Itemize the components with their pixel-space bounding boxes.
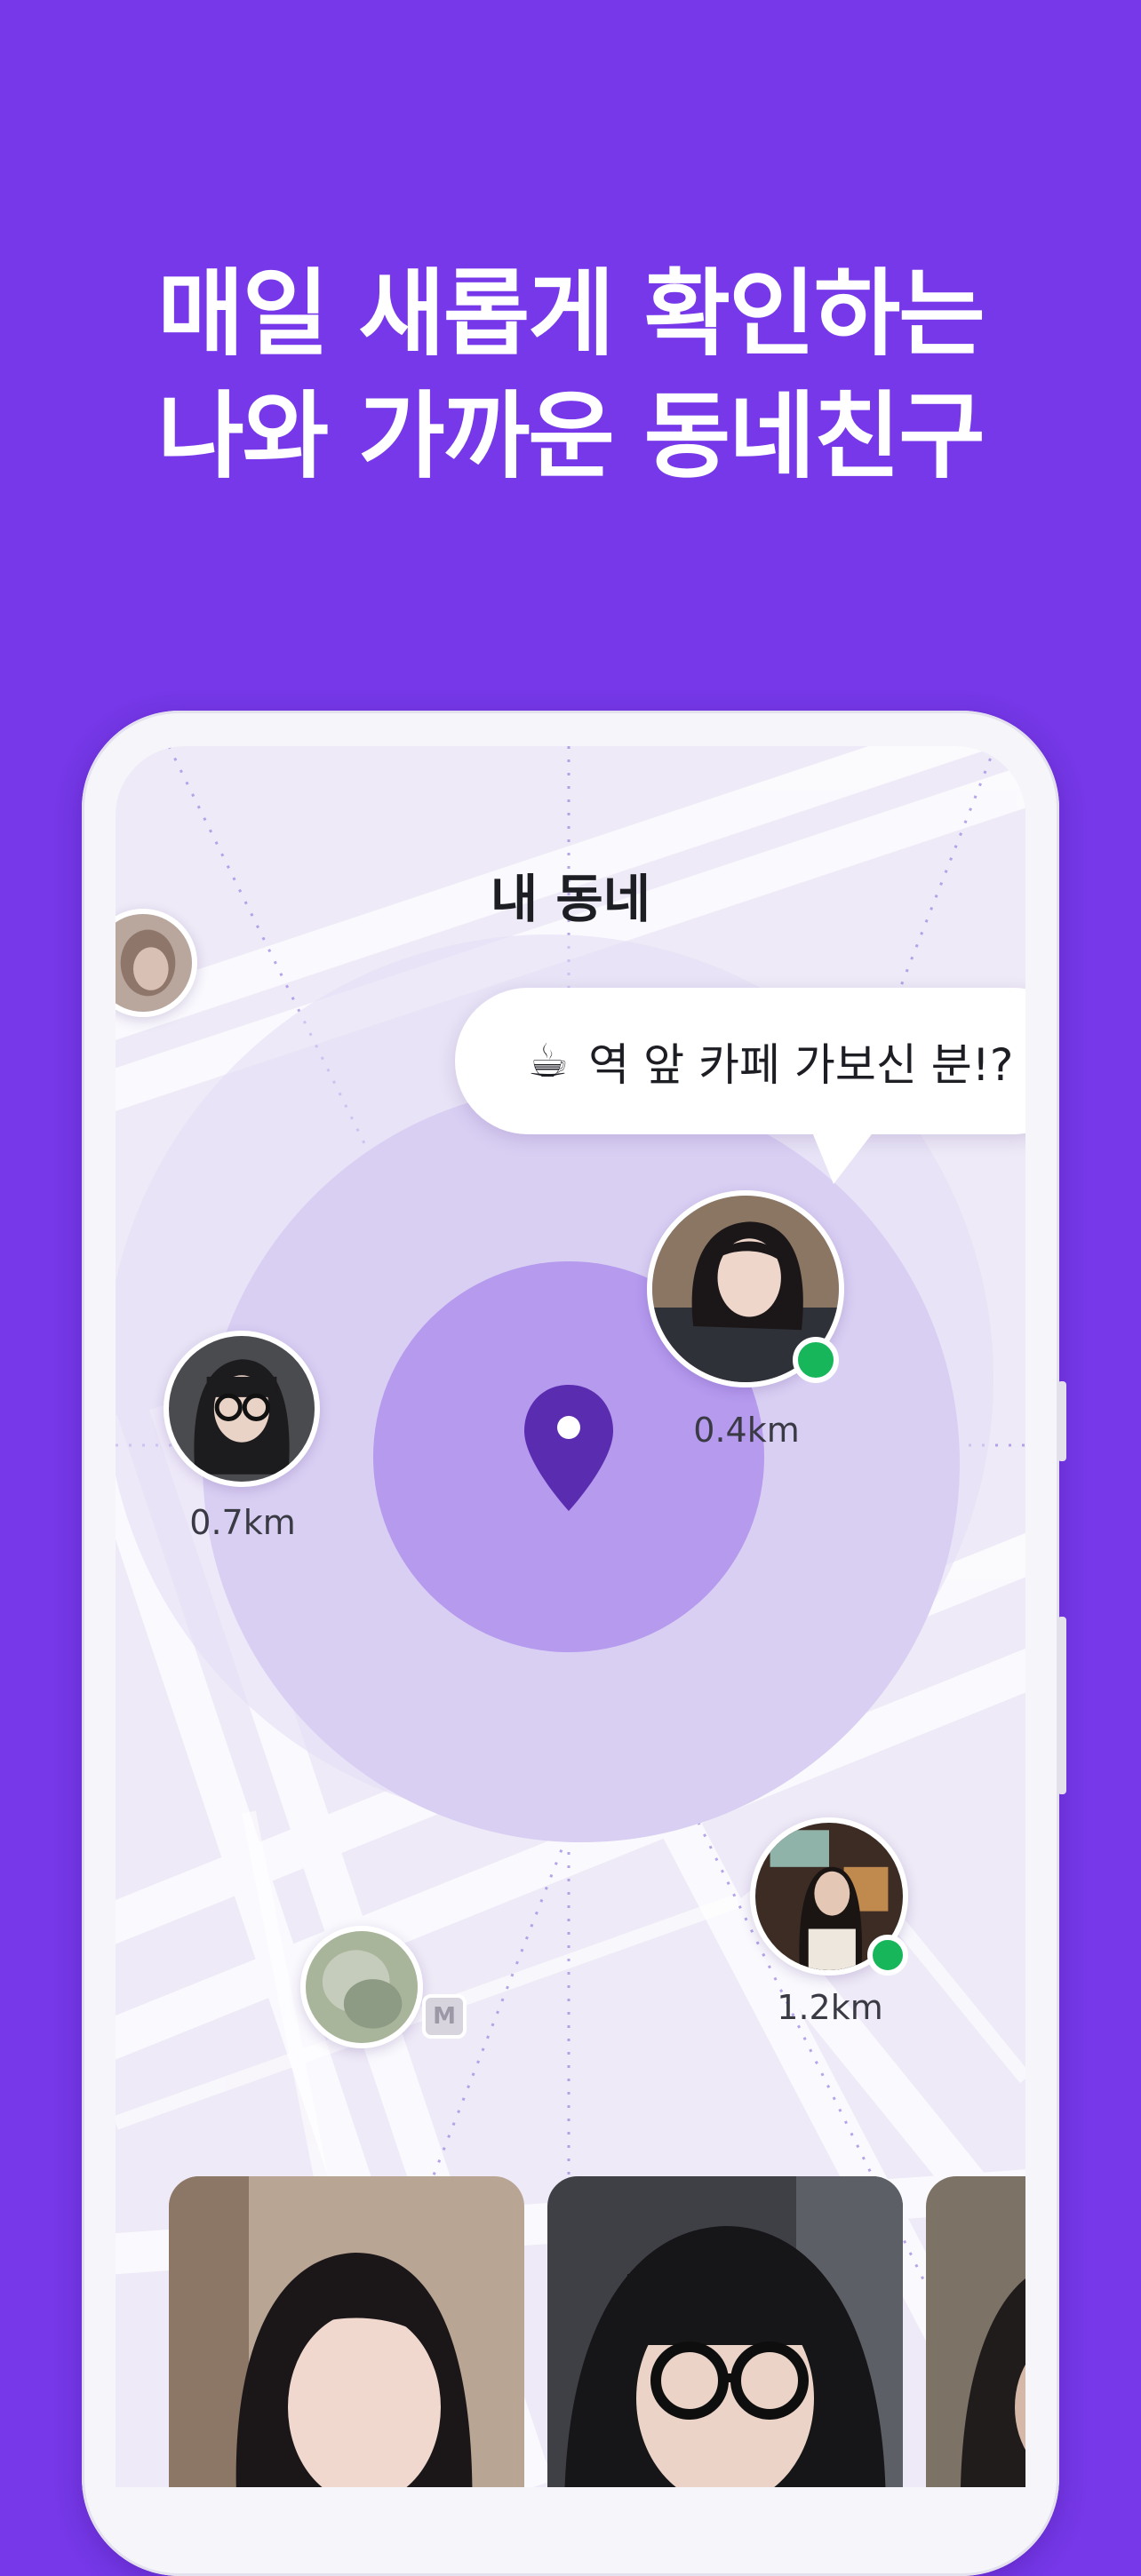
profile-photo bbox=[547, 2176, 903, 2487]
profile-card-1[interactable] bbox=[169, 2176, 524, 2487]
phone-side-button-1 bbox=[1057, 1381, 1066, 1461]
phone-side-button-2 bbox=[1057, 1617, 1066, 1794]
chat-bubble[interactable]: ☕ 역 앞 카페 가보신 분!? bbox=[455, 988, 1025, 1134]
online-status-dot-1 bbox=[793, 1337, 839, 1383]
headline: 매일 새롭게 확인하는 나와 가까운 동네친구 bbox=[0, 253, 1141, 498]
screen-title: 내 동네 bbox=[490, 869, 651, 929]
blurred-photo-icon bbox=[116, 914, 192, 1012]
subway-station-icon: M bbox=[422, 1994, 467, 2039]
headline-line-2: 나와 가까운 동네친구 bbox=[157, 382, 985, 491]
user-avatar-4[interactable] bbox=[300, 1926, 423, 2048]
distance-label-2: 0.7km bbox=[189, 1503, 296, 1542]
chat-bubble-tail bbox=[809, 1124, 880, 1184]
headline-line-1: 매일 새롭게 확인하는 bbox=[157, 259, 985, 369]
coffee-icon: ☕ bbox=[527, 1034, 570, 1088]
profile-photo bbox=[926, 2176, 1025, 2487]
blurred-photo-icon bbox=[306, 1931, 418, 2043]
user-avatar-2[interactable] bbox=[164, 1331, 320, 1487]
online-status-dot-3 bbox=[867, 1935, 908, 1976]
profile-card-3[interactable] bbox=[926, 2176, 1025, 2487]
app-screen: 내 동네 ☕ 역 앞 카페 가보신 분!? 0.4km 0.7km 1.2km … bbox=[116, 746, 1025, 2487]
profile-card-2[interactable] bbox=[547, 2176, 903, 2487]
chat-bubble-text: 역 앞 카페 가보신 분!? bbox=[588, 1038, 1014, 1091]
location-pin-icon bbox=[524, 1385, 613, 1511]
distance-label-3: 1.2km bbox=[777, 1988, 883, 2027]
profile-photo bbox=[169, 2176, 524, 2487]
user-photo bbox=[169, 1336, 315, 1482]
distance-label-1: 0.4km bbox=[693, 1411, 800, 1450]
